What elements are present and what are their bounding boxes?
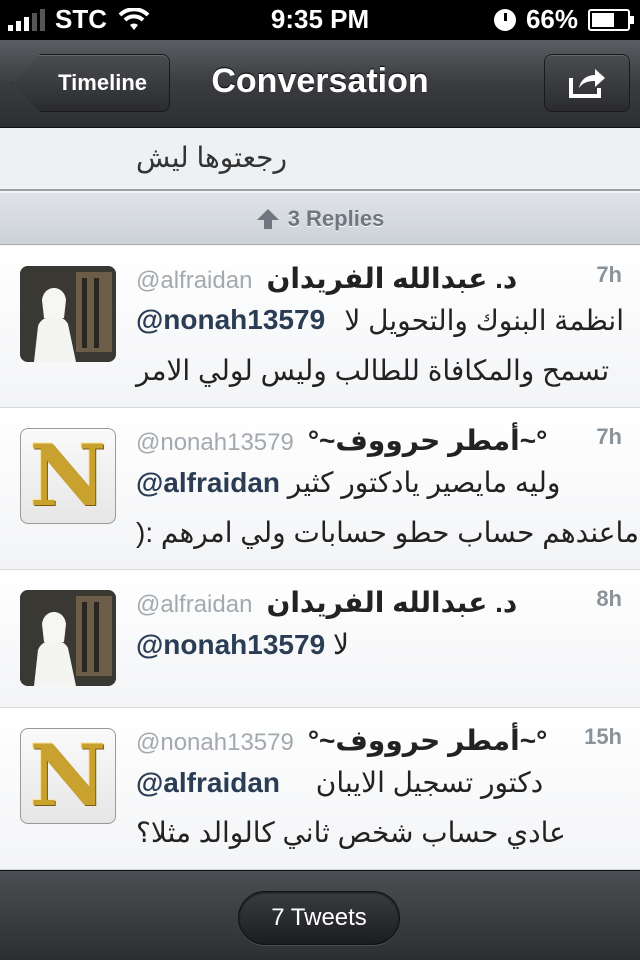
tweet-time: 8h	[596, 586, 622, 611]
avatar[interactable]: N	[20, 728, 116, 824]
letter-n-logo-icon: N	[29, 428, 107, 524]
share-button[interactable]	[544, 54, 630, 112]
tweet-text: وليه مايصير يادكتور كثير	[287, 467, 561, 498]
tweet-handle: @nonah13579	[136, 729, 294, 756]
replies-header[interactable]: 3 Replies	[0, 193, 640, 245]
tweet-handle: @alfraidan	[136, 267, 253, 294]
tweet-text: ماعندهم حساب حطو حسابات ولي امرهم :(	[136, 517, 640, 548]
tweet-handle: @nonah13579	[136, 429, 294, 456]
tweet-text: انظمة البنوك والتحويل لا	[344, 305, 624, 336]
original-tweet-strip[interactable]: رجعتوها ليش	[0, 129, 640, 191]
tweet-text-line: @alfraidan دكتور تسجيل الايبان	[136, 766, 624, 799]
tweet-cell[interactable]: @alfraidan د. عبدالله الفريدان 8h @nonah…	[0, 570, 640, 708]
tweet-text-line: عادي حساب شخص ثاني كالوالد مثلا؟	[136, 816, 624, 849]
tweet-text-line: تسمح والمكافاة للطالب وليس لولي الامر	[136, 354, 624, 387]
tweet-author-name: د. عبدالله الفريدان	[266, 587, 518, 618]
tweet-mention-line: @nonah13579	[136, 304, 325, 336]
bottom-toolbar: 7 Tweets	[0, 870, 640, 960]
avatar[interactable]	[20, 266, 116, 362]
alarm-clock-icon	[493, 8, 516, 31]
tweet-count-button[interactable]: 7 Tweets	[238, 891, 400, 945]
timeline-back-button[interactable]: Timeline	[12, 54, 170, 112]
up-arrow-icon	[256, 208, 279, 229]
original-tweet-text: رجعتوها ليش	[136, 142, 288, 173]
tweet-cell[interactable]: N @nonah13579 °~أمطر حرووف~° 7h @alfraid…	[0, 408, 640, 570]
tweet-header: @nonah13579 °~أمطر حرووف~°	[136, 424, 554, 457]
person-photo-icon	[20, 266, 116, 362]
avatar[interactable]	[20, 590, 116, 686]
tweet-header: @nonah13579 °~أمطر حرووف~°	[136, 724, 554, 757]
tweet-author-name: °~أمطر حرووف~°	[307, 425, 548, 456]
tweet-text-line: ماعندهم حساب حطو حسابات ولي امرهم :(	[136, 516, 639, 549]
status-right: 66%	[493, 4, 634, 35]
battery-percent: 66%	[525, 4, 578, 34]
mention-link[interactable]: @nonah13579	[136, 304, 325, 335]
avatar[interactable]: N	[20, 428, 116, 524]
tweet-time: 7h	[596, 424, 622, 449]
mention-link[interactable]: @alfraidan	[136, 767, 280, 798]
letter-n-logo-icon: N	[29, 728, 107, 824]
tweet-author-name: د. عبدالله الفريدان	[266, 263, 518, 294]
navigation-bar: Timeline Conversation	[0, 40, 640, 128]
person-photo-icon	[20, 590, 116, 686]
tweet-text: دكتور تسجيل الايبان	[315, 767, 544, 798]
tweet-author-name: °~أمطر حرووف~°	[307, 725, 548, 756]
tweet-cell[interactable]: @alfraidan د. عبدالله الفريدان 7h انظمة …	[0, 246, 640, 408]
mention-link[interactable]: @nonah13579	[136, 629, 325, 660]
tweet-text: عادي حساب شخص ثاني كالوالد مثلا؟	[136, 817, 566, 848]
replies-count-label: 3 Replies	[287, 205, 385, 231]
tweet-time: 15h	[584, 724, 622, 749]
battery-icon	[588, 8, 634, 31]
tweet-list[interactable]: @alfraidan د. عبدالله الفريدان 7h انظمة …	[0, 246, 640, 870]
tweet-text-line: @nonah13579 لا	[136, 628, 624, 661]
tweet-header: @alfraidan د. عبدالله الفريدان	[136, 262, 554, 295]
status-bar: STC 9:35 PM 66%	[0, 0, 640, 40]
tweet-time: 7h	[596, 262, 622, 287]
share-icon	[569, 69, 605, 98]
tweet-cell[interactable]: N @nonah13579 °~أمطر حرووف~° 15h @alfrai…	[0, 708, 640, 870]
tweet-text-line: @alfraidan وليه مايصير يادكتور كثير	[136, 466, 624, 499]
tweet-handle: @alfraidan	[136, 591, 253, 618]
tweet-text: تسمح والمكافاة للطالب وليس لولي الامر	[136, 355, 610, 386]
tweet-text: لا	[332, 629, 349, 660]
mention-link[interactable]: @alfraidan	[136, 467, 280, 498]
tweet-header: @alfraidan د. عبدالله الفريدان	[136, 586, 554, 619]
